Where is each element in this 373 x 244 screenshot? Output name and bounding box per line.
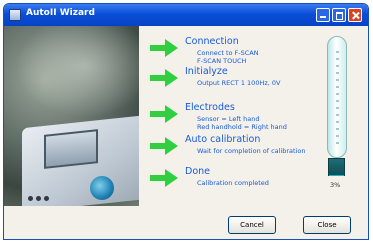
window-title: AutoII Wizard (26, 8, 95, 18)
device-photo (4, 26, 139, 206)
step-detail: Connect to F-SCAN (197, 49, 259, 57)
device-screen (44, 129, 98, 169)
step-detail: Red handhold = Right hand (197, 123, 287, 131)
device-ports (28, 186, 58, 201)
title-bar[interactable]: AutoII Wizard (4, 4, 368, 26)
step-title: Connection (185, 36, 239, 47)
green-arrow-icon (150, 69, 178, 87)
step-title: Initialyze (185, 66, 228, 77)
cancel-button[interactable]: Cancel (228, 216, 276, 234)
step-detail: Output RECT 1 100Hz, 0V (197, 79, 281, 87)
step-detail: F-SCAN TOUCH (197, 57, 247, 65)
progress-indicator (328, 158, 345, 176)
close-button[interactable]: Close (303, 216, 351, 234)
device-knob (90, 176, 114, 200)
green-arrow-icon (150, 169, 178, 187)
calibration-meter (327, 36, 347, 158)
green-arrow-icon (150, 39, 178, 57)
green-arrow-icon (150, 105, 178, 123)
step-title: Done (185, 166, 210, 177)
maximize-button[interactable] (332, 8, 346, 22)
app-icon (9, 9, 21, 21)
green-arrow-icon (150, 137, 178, 155)
step-title: Electrodes (185, 102, 235, 113)
meter-scale (336, 51, 339, 145)
step-detail: Sensor = Left hand (197, 115, 260, 123)
step-title: Auto calibration (185, 134, 261, 145)
progress-percent: 3% (330, 181, 341, 189)
step-detail: Calibration completed (197, 179, 269, 187)
minimize-button[interactable] (316, 8, 330, 22)
step-detail: Wait for completion of calibration (197, 147, 306, 155)
close-window-button[interactable] (348, 8, 362, 22)
